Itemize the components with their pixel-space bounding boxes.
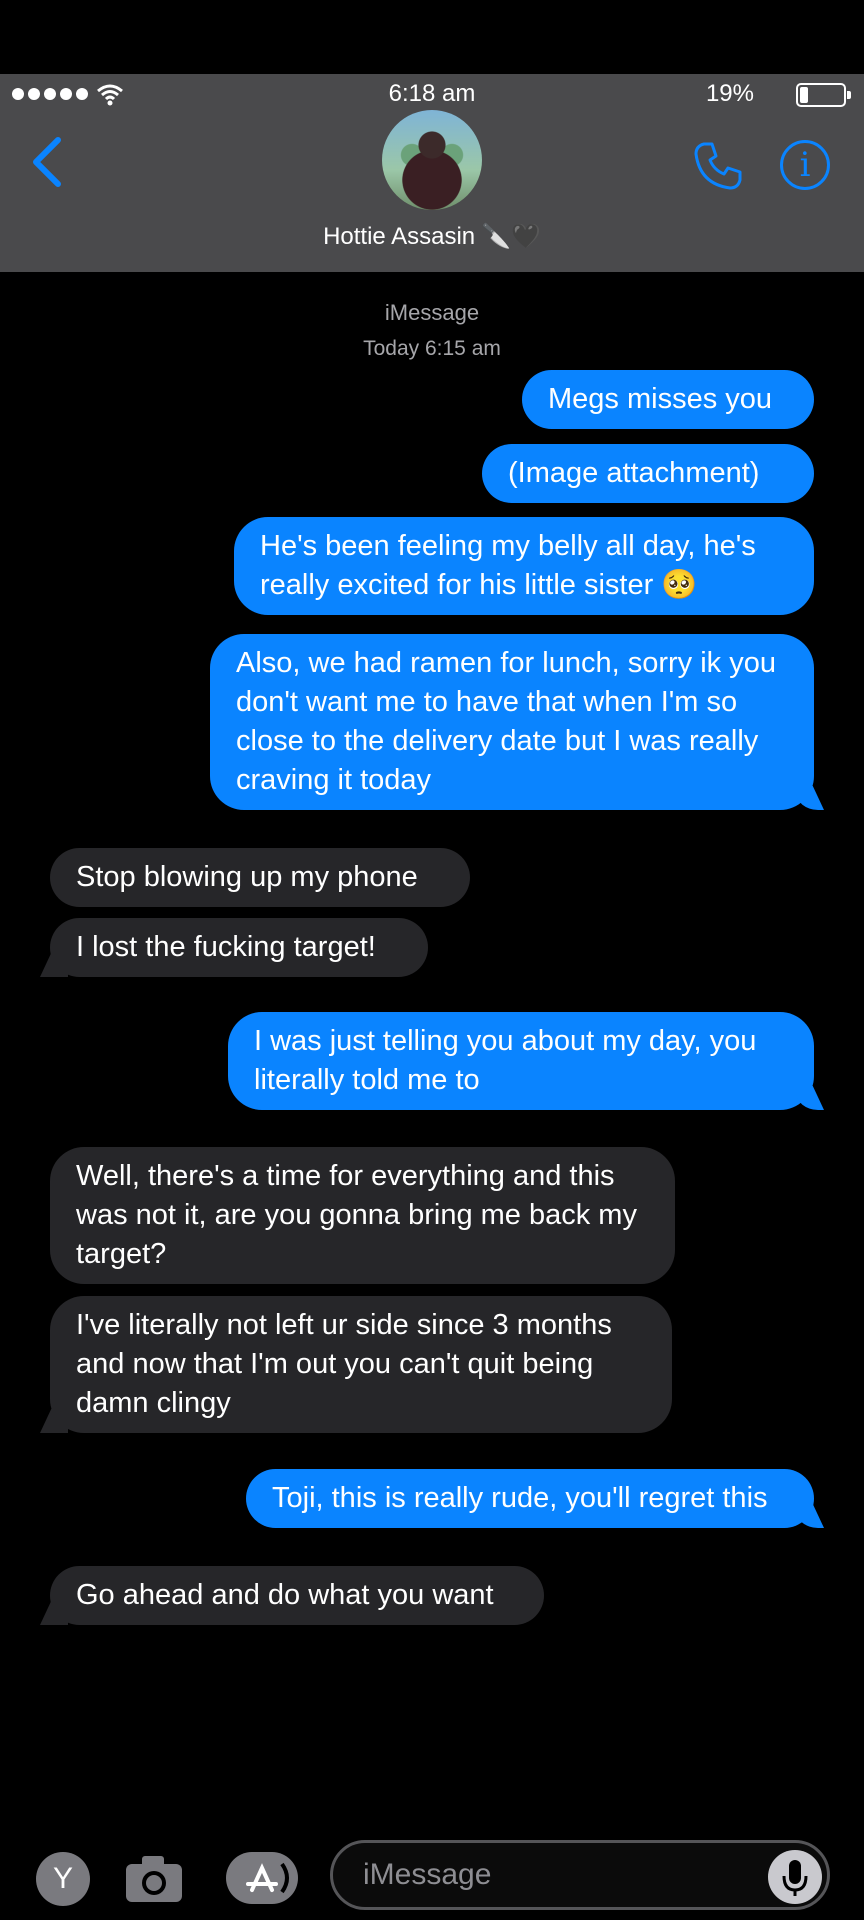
microphone-icon [782, 1860, 808, 1896]
battery-percentage: 19% [705, 80, 754, 107]
message-bubble-received[interactable]: Well, there's a time for everything and … [50, 1147, 675, 1284]
message-text: I lost the fucking target! [76, 931, 376, 963]
message-text: Toji, this is really rude, you'll regret… [272, 1482, 768, 1514]
message-text: (Image attachment) [508, 457, 760, 489]
app-store-button[interactable] [226, 1852, 298, 1904]
message-text: Well, there's a time for everything and … [76, 1160, 637, 1270]
message-text: Go ahead and do what you want [76, 1579, 494, 1611]
message-bubble-received[interactable]: Stop blowing up my phone [50, 848, 470, 907]
camera-icon[interactable] [124, 1852, 184, 1904]
info-icon[interactable]: i [780, 140, 830, 190]
message-bubble-received[interactable]: I've literally not left ur side since 3 … [50, 1296, 672, 1433]
message-text: He's been feeling my belly all day, he's… [260, 530, 756, 601]
message-bubble-sent[interactable]: (Image attachment) [482, 444, 814, 503]
message-bubble-received[interactable]: Go ahead and do what you want [50, 1566, 544, 1625]
message-bubble-sent[interactable]: I was just telling you about my day, you… [228, 1012, 814, 1110]
message-text: Stop blowing up my phone [76, 861, 418, 893]
service-label: iMessage [384, 300, 480, 325]
contact-name-text: Hottie Assasin [323, 223, 476, 250]
contact-avatar[interactable] [382, 110, 482, 210]
thread-timestamp: Today 6:15 am [363, 337, 501, 360]
status-bar: 6:18 am 19% [0, 80, 864, 110]
microphone-button[interactable] [768, 1850, 822, 1904]
contact-emoji: 🔪🖤 [481, 223, 541, 250]
message-bubble-sent[interactable]: He's been feeling my belly all day, he's… [234, 517, 814, 615]
message-bubble-sent[interactable]: Toji, this is really rude, you'll regret… [246, 1469, 814, 1528]
message-text: I was just telling you about my day, you… [254, 1025, 757, 1096]
message-text: Megs misses you [548, 383, 773, 415]
message-bubble-sent[interactable]: Also, we had ramen for lunch, sorry ik y… [210, 634, 814, 810]
back-chevron-icon[interactable] [28, 136, 68, 188]
message-bubble-sent[interactable]: Megs misses you [522, 370, 814, 429]
contact-name[interactable]: Hottie Assasin 🔪🖤 [0, 222, 864, 251]
message-text: Also, we had ramen for lunch, sorry ik y… [236, 647, 776, 796]
message-text: I've literally not left ur side since 3 … [76, 1309, 612, 1419]
message-input[interactable]: iMessage [330, 1840, 830, 1910]
top-bar [0, 0, 864, 74]
battery-icon [796, 83, 851, 107]
phone-call-icon[interactable] [690, 138, 746, 194]
y-app-button[interactable]: Y [36, 1852, 90, 1906]
message-bubble-received[interactable]: I lost the fucking target! [50, 918, 428, 977]
app-store-icon [246, 1862, 289, 1894]
